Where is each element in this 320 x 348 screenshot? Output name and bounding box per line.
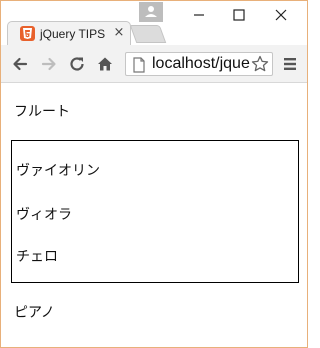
tab-close-button[interactable]: ×: [112, 26, 126, 40]
maximize-button[interactable]: [219, 3, 259, 27]
list-item: ヴァイオリン: [16, 163, 100, 179]
html5-favicon-icon: [20, 26, 35, 41]
list-item: チェロ: [16, 249, 58, 265]
browser-toolbar: localhost/jque: [1, 45, 307, 83]
back-button[interactable]: [10, 54, 30, 74]
maximize-icon: [233, 9, 245, 21]
page-icon: [133, 57, 145, 73]
list-item: ヴィオラ: [16, 207, 72, 223]
hamburger-menu-icon: [284, 58, 296, 70]
tab-title: jQuery TIPS: [40, 27, 106, 41]
browser-window: jQuery TIPS × localhost/jque フルート ヴァイオリン…: [0, 0, 308, 348]
home-icon: [98, 57, 112, 71]
list-item: フルート: [14, 104, 70, 120]
reload-button[interactable]: [67, 54, 87, 74]
minimize-button[interactable]: [179, 3, 219, 27]
reload-icon: [70, 57, 84, 71]
arrow-right-icon: [41, 57, 56, 71]
new-tab-button[interactable]: [129, 25, 167, 43]
menu-button[interactable]: [283, 56, 297, 75]
address-bar[interactable]: localhost/jque: [125, 52, 273, 76]
address-text: localhost/jque: [152, 55, 250, 72]
list-item: ピアノ: [14, 305, 55, 321]
close-window-button[interactable]: [261, 3, 301, 27]
browser-tab[interactable]: jQuery TIPS ×: [7, 21, 131, 45]
bordered-container: ヴァイオリン ヴィオラ チェロ: [11, 140, 299, 283]
forward-button[interactable]: [39, 54, 59, 74]
title-bar: jQuery TIPS ×: [1, 1, 307, 45]
person-icon[interactable]: [139, 2, 163, 22]
page-content: フルート ヴァイオリン ヴィオラ チェロ ピアノ: [1, 83, 307, 347]
close-icon: [275, 9, 287, 21]
arrow-left-icon: [13, 57, 28, 71]
bookmark-button[interactable]: [250, 53, 270, 75]
star-icon: [251, 55, 269, 72]
minimize-icon: [194, 14, 204, 16]
home-button[interactable]: [95, 54, 115, 74]
